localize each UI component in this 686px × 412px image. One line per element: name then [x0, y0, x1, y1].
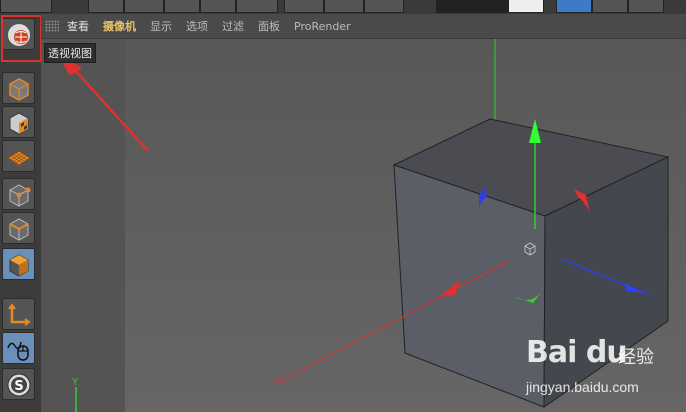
tooltip: 透视视图: [44, 43, 96, 63]
baidu-jingyan-watermark: Bai du 经验 jingyan.baidu.com: [526, 335, 686, 412]
watermark-url: jingyan.baidu.com: [526, 379, 639, 395]
watermark-brand: 经验: [618, 347, 654, 368]
watermark-logo: Bai du: [526, 335, 628, 370]
